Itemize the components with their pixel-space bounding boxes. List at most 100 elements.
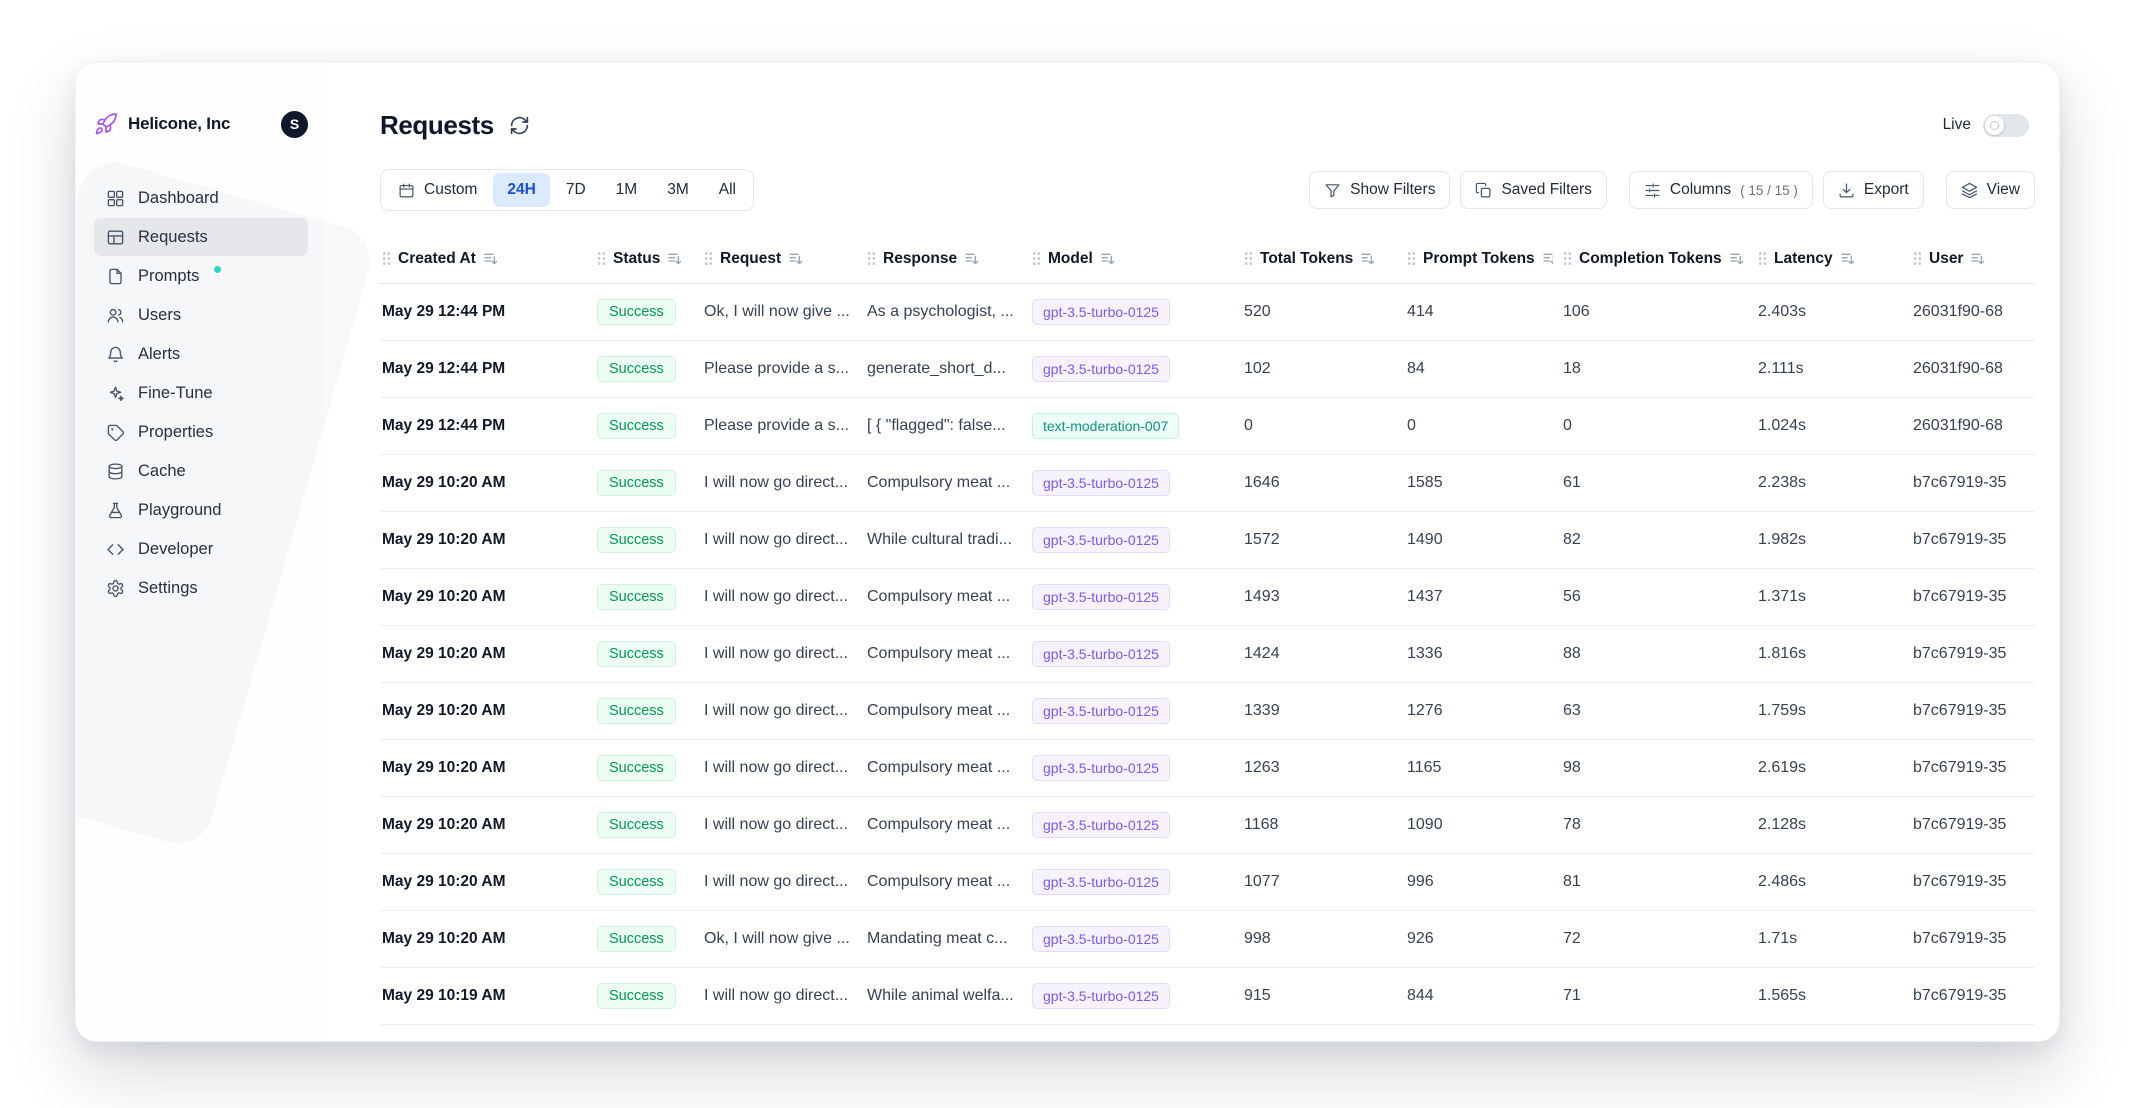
- time-filter-3m[interactable]: 3M: [653, 173, 703, 207]
- time-filter-custom[interactable]: Custom: [384, 173, 491, 207]
- table-row[interactable]: May 29 10:20 AM Success I will now go di…: [380, 568, 2035, 625]
- live-toggle[interactable]: [1983, 114, 2029, 137]
- table-row[interactable]: May 29 12:44 PM Success Ok, I will now g…: [380, 283, 2035, 340]
- time-filter-1m[interactable]: 1M: [602, 173, 652, 207]
- sort-icon[interactable]: [1100, 251, 1116, 267]
- drag-handle-icon[interactable]: [597, 251, 606, 266]
- sidebar-item-developer[interactable]: Developer: [94, 530, 308, 568]
- column-header-latency[interactable]: Latency: [1756, 235, 1911, 283]
- model-cell: gpt-3.5-turbo-0125: [1030, 454, 1242, 511]
- sidebar-item-fine-tune[interactable]: Fine-Tune: [94, 374, 308, 412]
- status-badge: Success: [597, 869, 676, 895]
- table-row[interactable]: May 29 10:20 AM Success I will now go di…: [380, 682, 2035, 739]
- sort-icon[interactable]: [1542, 251, 1553, 267]
- table-row[interactable]: May 29 10:20 AM Success Ok, I will now g…: [380, 910, 2035, 967]
- sidebar-item-properties[interactable]: Properties: [94, 413, 308, 451]
- column-header-model[interactable]: Model: [1030, 235, 1242, 283]
- drag-handle-icon[interactable]: [1758, 251, 1767, 266]
- drag-handle-icon[interactable]: [1913, 251, 1922, 266]
- user-cell: 26031f90-68: [1911, 340, 2035, 397]
- table-row[interactable]: May 29 10:19 AM Success I will now go di…: [380, 967, 2035, 1024]
- status-badge: Success: [597, 926, 676, 952]
- time-filter-24h[interactable]: 24H: [493, 173, 549, 207]
- sidebar-item-cache[interactable]: Cache: [94, 452, 308, 490]
- model-badge: gpt-3.5-turbo-0125: [1032, 755, 1170, 781]
- show-filters-button[interactable]: Show Filters: [1309, 171, 1450, 209]
- main-content: Requests Live Custom24H7D1M3MAll Show Fi…: [324, 63, 2059, 1041]
- status-badge: Success: [597, 755, 676, 781]
- table-row[interactable]: May 29 10:20 AM Success I will now go di…: [380, 853, 2035, 910]
- request-cell: I will now go direct...: [702, 682, 865, 739]
- columns-button[interactable]: Columns ( 15 / 15 ): [1629, 171, 1813, 209]
- sort-icon[interactable]: [1840, 251, 1856, 267]
- status-cell: Success: [595, 340, 702, 397]
- prompt-tokens-cell: 1336: [1405, 625, 1561, 682]
- sort-icon[interactable]: [483, 251, 499, 267]
- drag-handle-icon[interactable]: [1563, 251, 1572, 266]
- time-filter-7d[interactable]: 7D: [552, 173, 600, 207]
- user-cell: b7c67919-35: [1911, 796, 2035, 853]
- drag-handle-icon[interactable]: [1407, 251, 1416, 266]
- sidebar-item-dashboard[interactable]: Dashboard: [94, 179, 308, 217]
- export-button[interactable]: Export: [1823, 171, 1924, 209]
- toolbar: Show Filters Saved Filters Columns ( 15 …: [1309, 171, 2035, 209]
- helicone-logo-icon: [94, 112, 118, 136]
- column-header-prompt_tokens[interactable]: Prompt Tokens: [1405, 235, 1561, 283]
- time-filter-all[interactable]: All: [705, 173, 750, 207]
- table-row[interactable]: May 29 10:20 AM Success I will now go di…: [380, 511, 2035, 568]
- drag-handle-icon[interactable]: [1032, 251, 1041, 266]
- drag-handle-icon[interactable]: [867, 251, 876, 266]
- saved-filters-button[interactable]: Saved Filters: [1460, 171, 1606, 209]
- sidebar-item-alerts[interactable]: Alerts: [94, 335, 308, 373]
- user-cell: b7c67919-35: [1911, 910, 2035, 967]
- latency-cell: 1.371s: [1756, 568, 1911, 625]
- sidebar-item-settings[interactable]: Settings: [94, 569, 308, 607]
- avatar[interactable]: S: [281, 111, 308, 138]
- completion-tokens-cell: 18: [1561, 340, 1756, 397]
- requests-table: Created At Status Request Response Model: [380, 235, 2035, 1025]
- column-header-total_tokens[interactable]: Total Tokens: [1242, 235, 1405, 283]
- column-header-response[interactable]: Response: [865, 235, 1030, 283]
- view-button[interactable]: View: [1946, 171, 2035, 209]
- sort-icon[interactable]: [1729, 251, 1745, 267]
- prompt-tokens-cell: 844: [1405, 967, 1561, 1024]
- sort-icon[interactable]: [1360, 251, 1376, 267]
- table-row[interactable]: May 29 10:20 AM Success I will now go di…: [380, 739, 2035, 796]
- total-tokens-cell: 102: [1242, 340, 1405, 397]
- table-row[interactable]: May 29 12:44 PM Success Please provide a…: [380, 397, 2035, 454]
- sidebar-item-requests[interactable]: Requests: [94, 218, 308, 256]
- table-row[interactable]: May 29 10:20 AM Success I will now go di…: [380, 625, 2035, 682]
- sidebar-item-playground[interactable]: Playground: [94, 491, 308, 529]
- request-cell: I will now go direct...: [702, 853, 865, 910]
- column-header-completion_tokens[interactable]: Completion Tokens: [1561, 235, 1756, 283]
- toggle-knob-icon: [1985, 116, 2004, 135]
- drag-handle-icon[interactable]: [704, 251, 713, 266]
- refresh-icon[interactable]: [509, 115, 530, 136]
- sort-icon[interactable]: [964, 251, 980, 267]
- response-cell: Compulsory meat ...: [865, 796, 1030, 853]
- sort-icon[interactable]: [788, 251, 804, 267]
- column-header-user[interactable]: User: [1911, 235, 2035, 283]
- sidebar-item-users[interactable]: Users: [94, 296, 308, 334]
- model-badge: gpt-3.5-turbo-0125: [1032, 869, 1170, 895]
- prompt-tokens-cell: 1490: [1405, 511, 1561, 568]
- column-header-status[interactable]: Status: [595, 235, 702, 283]
- latency-cell: 2.128s: [1756, 796, 1911, 853]
- prompt-tokens-cell: 1437: [1405, 568, 1561, 625]
- sort-icon[interactable]: [667, 251, 683, 267]
- prompt-tokens-cell: 414: [1405, 283, 1561, 340]
- prompt-tokens-cell: 84: [1405, 340, 1561, 397]
- model-badge: gpt-3.5-turbo-0125: [1032, 812, 1170, 838]
- created-at-cell: May 29 10:20 AM: [380, 853, 595, 910]
- drag-handle-icon[interactable]: [382, 251, 391, 266]
- table-row[interactable]: May 29 10:20 AM Success I will now go di…: [380, 454, 2035, 511]
- table-row[interactable]: May 29 12:44 PM Success Please provide a…: [380, 340, 2035, 397]
- model-cell: gpt-3.5-turbo-0125: [1030, 568, 1242, 625]
- sort-icon[interactable]: [1970, 251, 1986, 267]
- column-header-request[interactable]: Request: [702, 235, 865, 283]
- column-header-created_at[interactable]: Created At: [380, 235, 595, 283]
- sidebar-item-prompts[interactable]: Prompts: [94, 257, 308, 295]
- request-cell: Please provide a s...: [702, 397, 865, 454]
- drag-handle-icon[interactable]: [1244, 251, 1253, 266]
- table-row[interactable]: May 29 10:20 AM Success I will now go di…: [380, 796, 2035, 853]
